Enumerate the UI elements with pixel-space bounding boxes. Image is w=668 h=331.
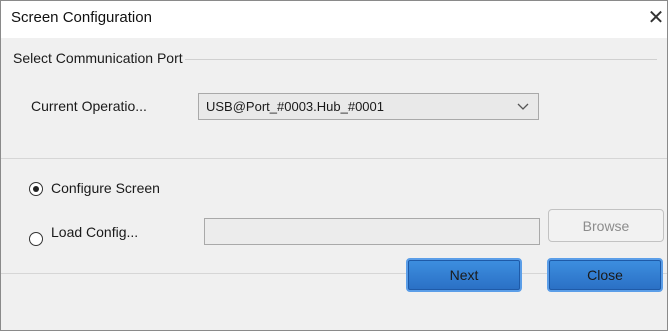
current-operation-label: Current Operatio... bbox=[31, 98, 147, 114]
configure-screen-label: Configure Screen bbox=[51, 180, 160, 196]
dialog-body: Select Communication Port Current Operat… bbox=[1, 38, 667, 330]
close-button[interactable]: Close bbox=[547, 258, 663, 292]
next-button[interactable]: Next bbox=[406, 258, 522, 292]
close-icon[interactable]: ✕ bbox=[645, 3, 667, 33]
chevron-down-icon bbox=[517, 103, 529, 110]
screen-configuration-dialog: Screen Configuration ✕ Select Communicat… bbox=[0, 0, 668, 331]
group-label: Select Communication Port bbox=[11, 50, 185, 66]
title-bar: Screen Configuration ✕ bbox=[1, 1, 667, 38]
browse-button[interactable]: Browse bbox=[548, 209, 664, 242]
port-select[interactable]: USB@Port_#0003.Hub_#0001 bbox=[198, 93, 539, 120]
load-config-label: Load Config... bbox=[51, 224, 139, 240]
dialog-title: Screen Configuration bbox=[11, 9, 152, 26]
configure-screen-radio[interactable] bbox=[29, 182, 43, 196]
divider bbox=[1, 158, 667, 159]
port-select-value: USB@Port_#0003.Hub_#0001 bbox=[206, 99, 384, 114]
load-config-radio[interactable] bbox=[29, 232, 43, 246]
config-file-path-field bbox=[204, 218, 540, 245]
